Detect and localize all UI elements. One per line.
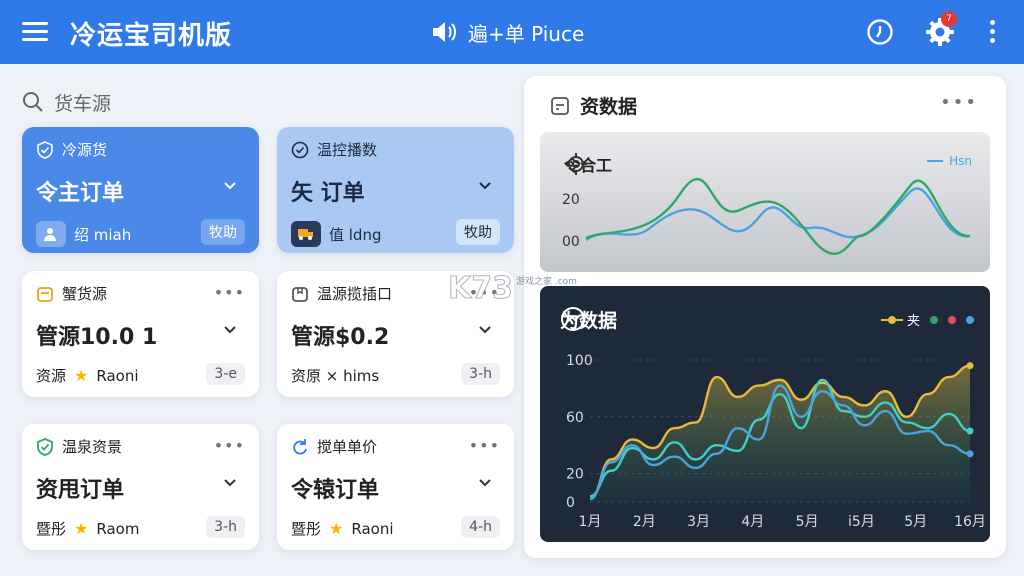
- watermark-text: K73: [448, 271, 513, 306]
- shield-check-green-icon: [37, 437, 53, 456]
- shield-check-icon: [37, 140, 53, 159]
- star-icon: ★: [329, 519, 344, 538]
- card-order-price[interactable]: 搅单单价 ••• 令辕订单 暨彤 ★ Raoni 4-h: [277, 424, 514, 550]
- x-tick-label: 16月: [954, 514, 986, 530]
- top-chart-legend-label: Hsn: [949, 154, 972, 168]
- chevron-down-icon[interactable]: [223, 179, 237, 193]
- x-tick-label: 4月: [741, 514, 764, 530]
- truck-icon: [291, 221, 321, 247]
- x-tick-label: 1月: [579, 514, 602, 530]
- more-icon[interactable]: •••: [214, 283, 245, 302]
- card-main-value: 管源10.0 1: [36, 325, 158, 350]
- card-action-pill[interactable]: 3-h: [206, 516, 245, 538]
- check-circle-icon: [291, 141, 309, 158]
- box-icon: [37, 286, 53, 302]
- legend-series-label: 夹: [906, 314, 920, 329]
- chevron-down-icon[interactable]: [478, 476, 492, 490]
- card-star-text: Raoni: [96, 366, 139, 385]
- x-tick-label: 3月: [687, 514, 710, 530]
- chevron-down-icon[interactable]: [478, 323, 492, 337]
- card-action-pill[interactable]: 3-h: [461, 363, 500, 385]
- watermark-logo: K73 游戏之家 .com: [448, 271, 577, 307]
- x-tick-label: 5月: [904, 514, 927, 530]
- notification-badge: 7: [941, 11, 957, 27]
- card-footer-text: 资原 × hims: [291, 367, 380, 385]
- star-icon: ★: [74, 366, 89, 385]
- card-main-value: 管源$0.2: [291, 325, 390, 350]
- card-cargo-source[interactable]: 蟹货源 ••• 管源10.0 1 资源 ★ Raoni 3-e: [22, 271, 259, 397]
- card-footer-text: 资源: [36, 367, 67, 385]
- card-action-pill[interactable]: 牧助: [456, 219, 500, 245]
- search-placeholder: 货车源: [54, 92, 112, 115]
- announcement-text[interactable]: 遍+单 Piuce: [468, 18, 584, 47]
- main-chart-legend: 夹: [880, 310, 974, 329]
- y-tick-label: 100: [566, 353, 593, 369]
- panel-title: 资数据: [580, 96, 638, 118]
- card-footer-text: 暨彤: [291, 520, 322, 538]
- y-tick-label: 20: [566, 467, 584, 483]
- series-point: [966, 450, 974, 458]
- more-icon[interactable]: •••: [469, 436, 500, 455]
- y-tick-label: 60: [566, 410, 584, 426]
- card-star-text: Raoni: [351, 519, 394, 538]
- card-title: 冷源货: [62, 141, 108, 159]
- card-title: 温控播数: [317, 141, 378, 159]
- x-tick-label: 5月: [796, 514, 819, 530]
- legend-dot-red: [948, 315, 956, 324]
- card-temperature-control[interactable]: 温控播数 矢 订单 值 ldng 牧助: [277, 127, 514, 253]
- y-tick-label: 0: [566, 495, 575, 511]
- series-point: [966, 427, 974, 435]
- star-icon: ★: [74, 519, 89, 538]
- card-main-value: 令主订单: [36, 181, 125, 206]
- top-chart-legend: Hsn: [927, 154, 972, 168]
- gear-icon: [565, 153, 587, 175]
- top-chart-ylabel: 20: [562, 192, 580, 208]
- watermark-subtext: 游戏之家 .com: [516, 275, 577, 287]
- overflow-menu-icon[interactable]: [988, 18, 998, 46]
- card-title: 温泉资景: [62, 438, 123, 456]
- main-chart-card[interactable]: 100 60 20 0 1月 2月 3月 4月 5月 i5月 5月 16月 为数据 夹: [540, 286, 990, 542]
- card-action-pill[interactable]: 牧助: [201, 219, 245, 245]
- series-point: [966, 362, 974, 370]
- top-chart-ylabel: 00: [562, 234, 580, 250]
- speaker-icon[interactable]: [430, 20, 458, 44]
- card-footer-text: 值 ldng: [329, 225, 382, 244]
- chevron-down-icon[interactable]: [223, 323, 237, 337]
- clock-help-icon[interactable]: [866, 18, 894, 46]
- data-panel-icon: [551, 96, 569, 115]
- card-cold-cargo[interactable]: 冷源货 令主订单 绍 miah 牧助: [22, 127, 259, 253]
- card-hot-spring[interactable]: 温泉资景 ••• 资甩订单 暨彤 ★ Raom 3-h: [22, 424, 259, 550]
- top-app-bar: 冷运宝司机版 遍+单 Piuce 7: [0, 0, 1024, 64]
- card-main-value: 资甩订单: [36, 478, 125, 503]
- chevron-down-icon[interactable]: [223, 476, 237, 490]
- x-tick-label: 2月: [633, 514, 656, 530]
- card-main-value: 令辕订单: [291, 478, 380, 503]
- card-title: 搅单单价: [317, 438, 378, 456]
- menu-icon[interactable]: [22, 20, 50, 44]
- chevron-down-icon[interactable]: [478, 179, 492, 193]
- app-title: 冷运宝司机版: [70, 21, 233, 51]
- card-action-pill[interactable]: 4-h: [461, 516, 500, 538]
- legend-dot-blue: [966, 315, 974, 324]
- card-footer-text: 绍 miah: [74, 225, 132, 244]
- legend-dot-green: [930, 315, 938, 324]
- bookmark-icon: [292, 286, 308, 302]
- x-tick-label: i5月: [848, 514, 875, 530]
- card-footer-text: 暨彤: [36, 520, 67, 538]
- top-chart-card[interactable]: 20 00 令合工 Hsn: [540, 132, 990, 272]
- search-icon: [23, 92, 43, 112]
- data-panel: 资数据 ••• 20 00 令合工 Hsn 100 60 20 0 1月 2月 3月 4月 5月…: [524, 76, 1006, 558]
- search-bar[interactable]: 货车源: [22, 88, 111, 116]
- card-main-value: 矢 订单: [291, 181, 365, 206]
- more-icon[interactable]: •••: [214, 436, 245, 455]
- refresh-icon: [293, 438, 307, 454]
- card-action-pill[interactable]: 3-e: [206, 363, 245, 385]
- driver-icon: [36, 221, 66, 247]
- card-title: 温源揽插口: [317, 285, 393, 303]
- card-title: 蟹货源: [62, 285, 108, 303]
- panel-more-icon[interactable]: •••: [940, 92, 978, 113]
- card-star-text: Raom: [96, 519, 140, 538]
